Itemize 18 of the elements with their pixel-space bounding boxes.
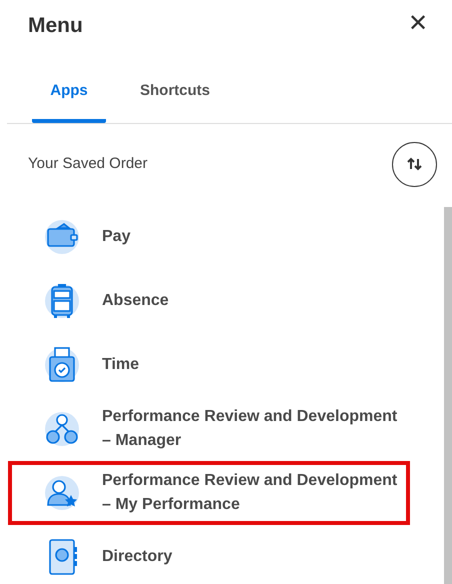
wallet-icon xyxy=(44,218,80,254)
section-label: Your Saved Order xyxy=(28,154,148,174)
scrollbar[interactable] xyxy=(444,206,452,584)
tab[interactable]: Shortcuts xyxy=(138,76,212,122)
menu-title: Menu xyxy=(28,13,83,39)
app-link[interactable]: Performance Review and Development – My Performance xyxy=(102,468,402,516)
tab[interactable]: Apps xyxy=(32,76,106,122)
close-button[interactable]: ✕ xyxy=(404,12,432,36)
sort-button[interactable] xyxy=(392,142,437,186)
sort-arrows-icon xyxy=(406,155,424,173)
time-clock-icon xyxy=(44,346,80,382)
app-link[interactable]: Absence xyxy=(102,288,402,312)
app-link[interactable]: Pay xyxy=(102,224,402,248)
app-link[interactable]: Time xyxy=(102,352,402,376)
people-network-icon xyxy=(44,410,80,446)
app-link[interactable]: Performance Review and Development – Manager xyxy=(102,404,402,452)
suitcase-icon xyxy=(44,282,80,318)
app-link[interactable]: Directory xyxy=(102,544,402,568)
